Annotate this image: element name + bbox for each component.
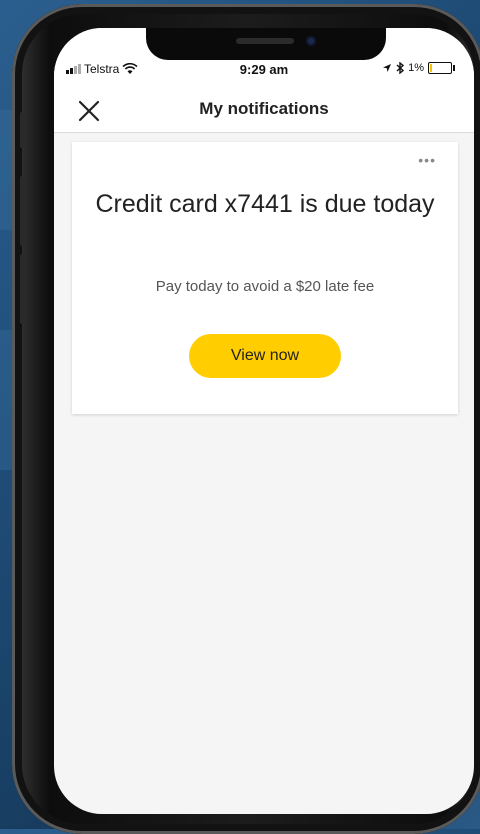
battery-icon (428, 62, 455, 74)
speaker (236, 38, 294, 44)
phone-frame: Telstra 9:29 am 1% My notifications ••• … (12, 4, 480, 834)
notification-subtitle: Pay today to avoid a $20 late fee (155, 278, 375, 295)
camera (306, 36, 316, 46)
app-header: My notifications (54, 88, 474, 133)
notification-title: Credit card x7441 is due today (95, 190, 435, 218)
page-title: My notifications (199, 99, 329, 118)
side-button (20, 112, 26, 148)
more-options-icon[interactable]: ••• (418, 152, 436, 168)
side-button (20, 176, 26, 246)
notification-card: ••• Credit card x7441 is due today Pay t… (72, 142, 458, 414)
phone-screen: Telstra 9:29 am 1% My notifications ••• … (54, 28, 474, 814)
side-button (20, 254, 26, 324)
background-tile (0, 330, 12, 470)
status-right: 1% (382, 62, 455, 74)
notch (146, 28, 386, 60)
view-now-button[interactable]: View now (189, 334, 341, 378)
location-arrow-icon (383, 64, 392, 72)
battery-percent: 1% (408, 62, 424, 74)
bluetooth-icon (396, 62, 405, 74)
